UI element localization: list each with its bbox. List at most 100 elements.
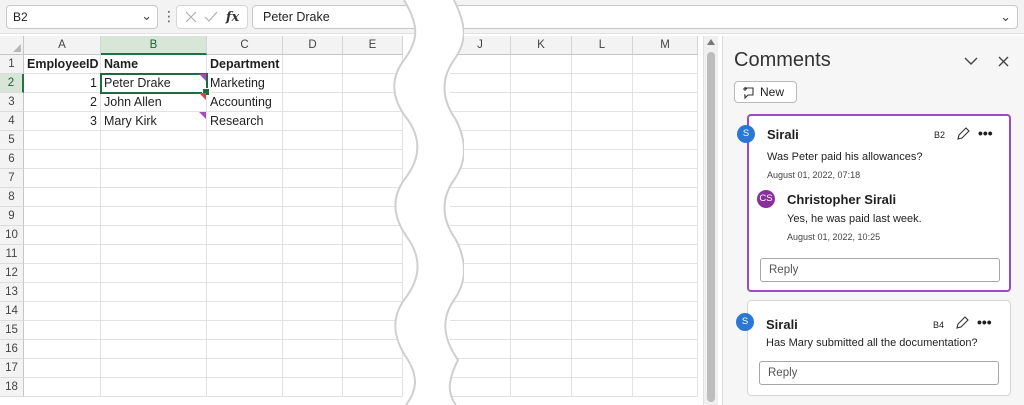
- empty-cell[interactable]: [283, 74, 343, 93]
- empty-cell[interactable]: [101, 207, 207, 226]
- column-header-c[interactable]: C: [207, 36, 283, 55]
- note-indicator-b3[interactable]: [199, 93, 206, 100]
- empty-cell[interactable]: [633, 112, 698, 131]
- empty-cell[interactable]: [101, 150, 207, 169]
- empty-cell[interactable]: [633, 93, 698, 112]
- row-header-13[interactable]: 13: [0, 283, 24, 302]
- empty-cell[interactable]: [283, 169, 343, 188]
- row-header-18[interactable]: 18: [0, 378, 24, 397]
- empty-cell[interactable]: [572, 378, 633, 397]
- empty-cell[interactable]: [572, 340, 633, 359]
- empty-cell[interactable]: [511, 150, 572, 169]
- cell-c3[interactable]: Accounting: [207, 93, 283, 112]
- empty-cell[interactable]: [633, 359, 698, 378]
- vertical-scrollbar[interactable]: [703, 36, 718, 405]
- empty-cell[interactable]: [283, 321, 343, 340]
- empty-cell[interactable]: [101, 245, 207, 264]
- empty-cell[interactable]: [633, 283, 698, 302]
- cancel-icon[interactable]: [185, 11, 197, 23]
- empty-cell[interactable]: [283, 283, 343, 302]
- empty-cell[interactable]: [283, 302, 343, 321]
- empty-cell[interactable]: [283, 55, 343, 74]
- empty-cell[interactable]: [511, 74, 572, 93]
- check-icon[interactable]: [204, 11, 218, 23]
- new-comment-button[interactable]: New: [734, 81, 797, 103]
- empty-cell[interactable]: [633, 302, 698, 321]
- empty-cell[interactable]: [207, 378, 283, 397]
- empty-cell[interactable]: [511, 93, 572, 112]
- row-header-2[interactable]: 2: [0, 74, 24, 93]
- expand-formula-icon[interactable]: ⌄: [1000, 9, 1011, 25]
- empty-cell[interactable]: [572, 169, 633, 188]
- empty-cell[interactable]: [511, 283, 572, 302]
- empty-cell[interactable]: [24, 207, 101, 226]
- empty-cell[interactable]: [511, 112, 572, 131]
- comment-indicator-b2[interactable]: [199, 74, 206, 81]
- column-header-k[interactable]: K: [511, 36, 572, 55]
- empty-cell[interactable]: [633, 340, 698, 359]
- empty-cell[interactable]: [633, 321, 698, 340]
- empty-cell[interactable]: [572, 359, 633, 378]
- empty-cell[interactable]: [207, 302, 283, 321]
- empty-cell[interactable]: [283, 340, 343, 359]
- empty-cell[interactable]: [572, 245, 633, 264]
- select-all-button[interactable]: [0, 36, 24, 55]
- row-header-16[interactable]: 16: [0, 340, 24, 359]
- row-header-7[interactable]: 7: [0, 169, 24, 188]
- empty-cell[interactable]: [283, 378, 343, 397]
- row-header-17[interactable]: 17: [0, 359, 24, 378]
- empty-cell[interactable]: [511, 226, 572, 245]
- empty-cell[interactable]: [633, 378, 698, 397]
- empty-cell[interactable]: [633, 245, 698, 264]
- empty-cell[interactable]: [24, 378, 101, 397]
- empty-cell[interactable]: [207, 226, 283, 245]
- chevron-down-icon[interactable]: ⌄: [141, 8, 152, 24]
- cell-b2[interactable]: Peter Drake: [101, 74, 207, 93]
- row-header-8[interactable]: 8: [0, 188, 24, 207]
- empty-cell[interactable]: [572, 131, 633, 150]
- empty-cell[interactable]: [283, 359, 343, 378]
- empty-cell[interactable]: [101, 131, 207, 150]
- row-header-5[interactable]: 5: [0, 131, 24, 150]
- empty-cell[interactable]: [633, 188, 698, 207]
- empty-cell[interactable]: [207, 283, 283, 302]
- empty-cell[interactable]: [572, 112, 633, 131]
- empty-cell[interactable]: [24, 264, 101, 283]
- empty-cell[interactable]: [283, 245, 343, 264]
- cell-a4[interactable]: 3: [24, 112, 101, 131]
- empty-cell[interactable]: [207, 245, 283, 264]
- empty-cell[interactable]: [572, 283, 633, 302]
- cell-a1[interactable]: EmployeeID: [24, 55, 101, 74]
- empty-cell[interactable]: [24, 169, 101, 188]
- empty-cell[interactable]: [511, 188, 572, 207]
- reply-input[interactable]: Reply: [759, 361, 999, 385]
- empty-cell[interactable]: [511, 55, 572, 74]
- more-options-icon[interactable]: •••: [978, 126, 993, 140]
- empty-cell[interactable]: [572, 321, 633, 340]
- empty-cell[interactable]: [511, 321, 572, 340]
- empty-cell[interactable]: [283, 150, 343, 169]
- cell-b4[interactable]: Mary Kirk: [101, 112, 207, 131]
- empty-cell[interactable]: [511, 169, 572, 188]
- empty-cell[interactable]: [511, 359, 572, 378]
- empty-cell[interactable]: [207, 188, 283, 207]
- empty-cell[interactable]: [511, 264, 572, 283]
- more-vertical-icon[interactable]: ⋮: [162, 8, 176, 25]
- empty-cell[interactable]: [572, 188, 633, 207]
- empty-cell[interactable]: [572, 207, 633, 226]
- empty-cell[interactable]: [572, 93, 633, 112]
- empty-cell[interactable]: [283, 188, 343, 207]
- empty-cell[interactable]: [511, 340, 572, 359]
- name-box[interactable]: B2 ⌄: [6, 5, 158, 29]
- cell-b1[interactable]: Name: [101, 55, 207, 74]
- comment-thread-b4[interactable]: S Sirali B4 ••• Has Mary submitted all t…: [736, 300, 1011, 396]
- empty-cell[interactable]: [572, 55, 633, 74]
- empty-cell[interactable]: [24, 302, 101, 321]
- edit-icon[interactable]: [955, 126, 971, 142]
- empty-cell[interactable]: [207, 340, 283, 359]
- close-icon[interactable]: [994, 52, 1012, 70]
- empty-cell[interactable]: [24, 321, 101, 340]
- empty-cell[interactable]: [207, 131, 283, 150]
- empty-cell[interactable]: [283, 93, 343, 112]
- empty-cell[interactable]: [633, 226, 698, 245]
